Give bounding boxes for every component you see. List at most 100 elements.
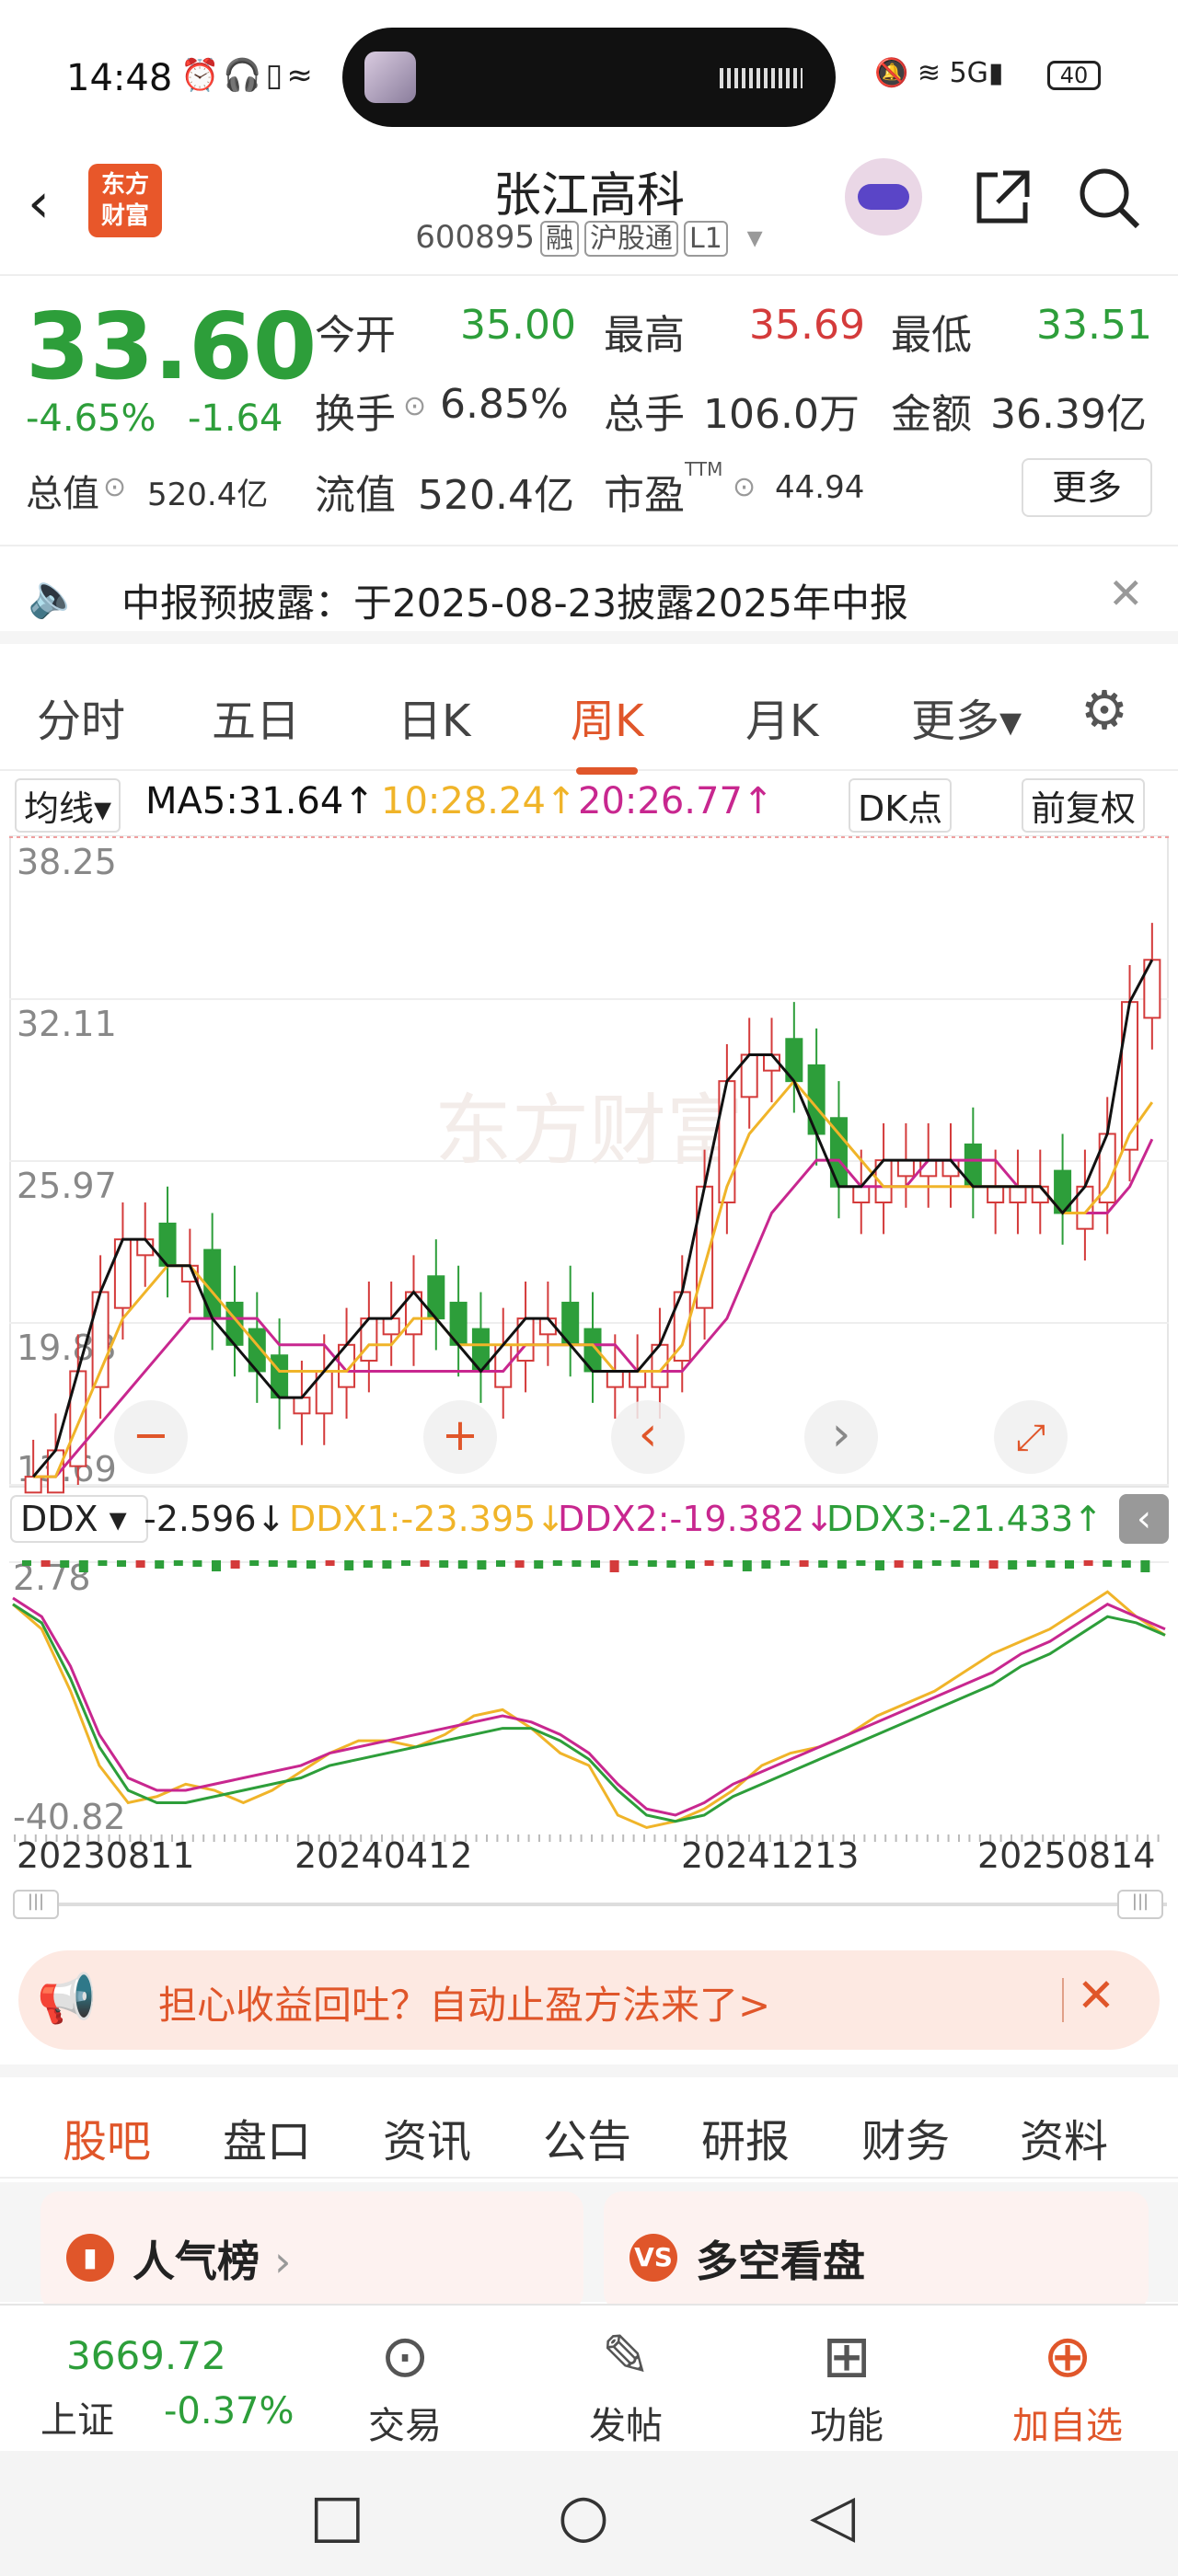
ddx-bar (212, 1560, 221, 1571)
candle (606, 1370, 624, 1388)
ddx-bar (249, 1560, 260, 1566)
chevron-right-icon: › (832, 1407, 851, 1462)
ddx-bar (117, 1560, 126, 1567)
candle (1009, 1185, 1027, 1204)
home-icon[interactable]: ○ (558, 2482, 609, 2550)
ddx-bar (686, 1560, 695, 1569)
ddx-bar (363, 1560, 373, 1568)
ddx2-line (12, 1596, 1166, 1817)
tab-weekly-k[interactable]: 周K (571, 684, 643, 775)
close-icon[interactable]: ✕ (1077, 1969, 1115, 2022)
chart-range-scrollbar[interactable]: ||| ||| (13, 1886, 1167, 1923)
ddx-bar (60, 1560, 70, 1568)
tab-daily-k[interactable]: 日K (398, 684, 470, 749)
recent-apps-icon[interactable]: □ (309, 2482, 364, 2550)
tab-intraday[interactable]: 分时 (37, 684, 125, 749)
promo-banner[interactable]: 📢 担心收益回吐？自动止盈方法来了> ✕ (18, 1950, 1160, 2050)
notice-bar[interactable]: 🔈 中报预披露：于2025-08-23披露2025年中报 ✕ (0, 552, 1178, 644)
ddx-bar (1103, 1560, 1113, 1567)
status-icons-left: ⏰🎧▯≈ (180, 57, 317, 94)
bull-bear-card[interactable]: VS 多空看盘 (604, 2191, 1149, 2311)
ddx-bar (913, 1560, 923, 1569)
ddx-selector: DDX ▾ (20, 1499, 127, 1539)
tab-monthly-k[interactable]: 月K (745, 684, 818, 749)
yen-icon: ⊙ (380, 2323, 430, 2391)
ddx1-value: DDX1:-23.395↓ (289, 1499, 565, 1539)
ddx-bar (382, 1560, 392, 1569)
info-icon[interactable]: ⊙ (403, 390, 426, 422)
turnover-label: 换手 (315, 391, 396, 438)
ddx-bar (1140, 1560, 1150, 1572)
trade-button[interactable]: ⊙ 交易 (322, 2318, 488, 2449)
vs-icon: VS (629, 2234, 677, 2282)
y-tick-label: 38.25 (17, 842, 117, 882)
minus-icon: − (133, 1409, 169, 1461)
tab-news[interactable]: 资讯 (383, 2105, 471, 2169)
high-label: 最高 (604, 312, 685, 359)
ddx-bar (1008, 1560, 1018, 1570)
ddx-bar (1121, 1560, 1131, 1568)
kline-chart[interactable]: 38.2532.1125.9719.8313.69东方财富− + ‹ › ⤢DDX ▾ -… (9, 835, 1169, 1875)
stock-code: 600895 (415, 219, 536, 256)
tab-announcements[interactable]: 公告 (543, 2105, 631, 2169)
tab-research[interactable]: 研报 (701, 2105, 790, 2169)
tab-more[interactable]: 更多▾ (911, 684, 1022, 749)
scroll-handle-right[interactable]: ||| (1117, 1890, 1163, 1919)
share-icon[interactable] (970, 166, 1034, 245)
clock: 14:48 (66, 57, 173, 99)
ddx-bar (723, 1560, 733, 1567)
ma-selector[interactable]: 均线▾ (15, 778, 121, 833)
promo-text[interactable]: 担心收益回吐？自动止盈方法来了> (158, 1974, 770, 2030)
adjust-selector[interactable]: 前复权 (1022, 778, 1146, 833)
ddx-bar (837, 1560, 847, 1569)
pe-value: 44.94 (775, 469, 865, 506)
ddx-bar (135, 1560, 145, 1568)
info-icon[interactable]: ⊙ (103, 471, 126, 503)
tab-five-day[interactable]: 五日 (212, 684, 300, 749)
tab-guba[interactable]: 股吧 (63, 2105, 151, 2190)
post-button[interactable]: ✎ 发帖 (543, 2318, 709, 2449)
ma5-value: MA5:31.64↑ (145, 780, 375, 822)
ddx-bar (420, 1560, 430, 1567)
tab-finance[interactable]: 财务 (861, 2105, 950, 2169)
high-value: 35.69 (749, 302, 865, 349)
add-watchlist-button[interactable]: ⊕ 加自选 (985, 2318, 1150, 2449)
ai-assistant-icon[interactable] (845, 158, 922, 236)
margin-tag: 融 (540, 221, 580, 257)
quote-panel: 33.60 -4.65% -1.64 今开 35.00 最高 35.69 最低 … (0, 280, 1178, 546)
ddx-bar (742, 1560, 752, 1571)
chevron-down-icon: ▾ (746, 219, 763, 256)
chart-bars-icon: ▮ (66, 2234, 114, 2282)
ddx-bar (344, 1560, 354, 1570)
ddx-bar (306, 1560, 316, 1569)
back-nav-icon[interactable]: ◁ (810, 2482, 855, 2550)
notice-text[interactable]: 中报预披露：于2025-08-23披露2025年中报 (121, 572, 908, 628)
x-tick-label: 20250814 (977, 1835, 1155, 1875)
ddx-bar (1045, 1560, 1056, 1568)
ddx-bar (1065, 1560, 1074, 1569)
ma-indicator-bar: 均线▾ MA5:31.64↑ 10:28.24↑ 20:26.77↑ DK点 前… (0, 773, 1178, 833)
index-name[interactable]: 上证 (40, 2390, 114, 2444)
chevron-left-icon: ‹ (1137, 1498, 1151, 1540)
close-icon[interactable]: ✕ (1108, 569, 1144, 618)
more-button[interactable]: 更多 (1022, 458, 1152, 517)
index-value[interactable]: 3669.72 (66, 2333, 226, 2378)
mcap-value: 520.4亿 (147, 477, 269, 513)
scroll-handle-left[interactable]: ||| (13, 1890, 59, 1919)
low-label: 最低 (891, 312, 972, 359)
search-icon[interactable] (1075, 164, 1143, 247)
tab-pankou[interactable]: 盘口 (223, 2105, 311, 2169)
function-button[interactable]: ⊞ 功能 (764, 2318, 930, 2449)
dk-point-button[interactable]: DK点 (849, 778, 953, 833)
x-tick-label: 20230811 (17, 1835, 194, 1875)
tab-profile[interactable]: 资料 (1020, 2105, 1108, 2169)
feature-cards: ▮ 人气榜 › VS 多空看盘 (0, 2182, 1178, 2311)
gear-icon[interactable]: ⚙ (1080, 679, 1128, 742)
ddx-bar (875, 1560, 884, 1570)
megaphone-icon: 📢 (37, 1972, 97, 2027)
open-value: 35.00 (460, 302, 576, 349)
ddx-y-tick: -40.82 (13, 1797, 126, 1837)
info-icon[interactable]: ⊙ (733, 471, 756, 503)
candle (629, 1370, 647, 1388)
popularity-card[interactable]: ▮ 人气榜 › (40, 2191, 583, 2311)
